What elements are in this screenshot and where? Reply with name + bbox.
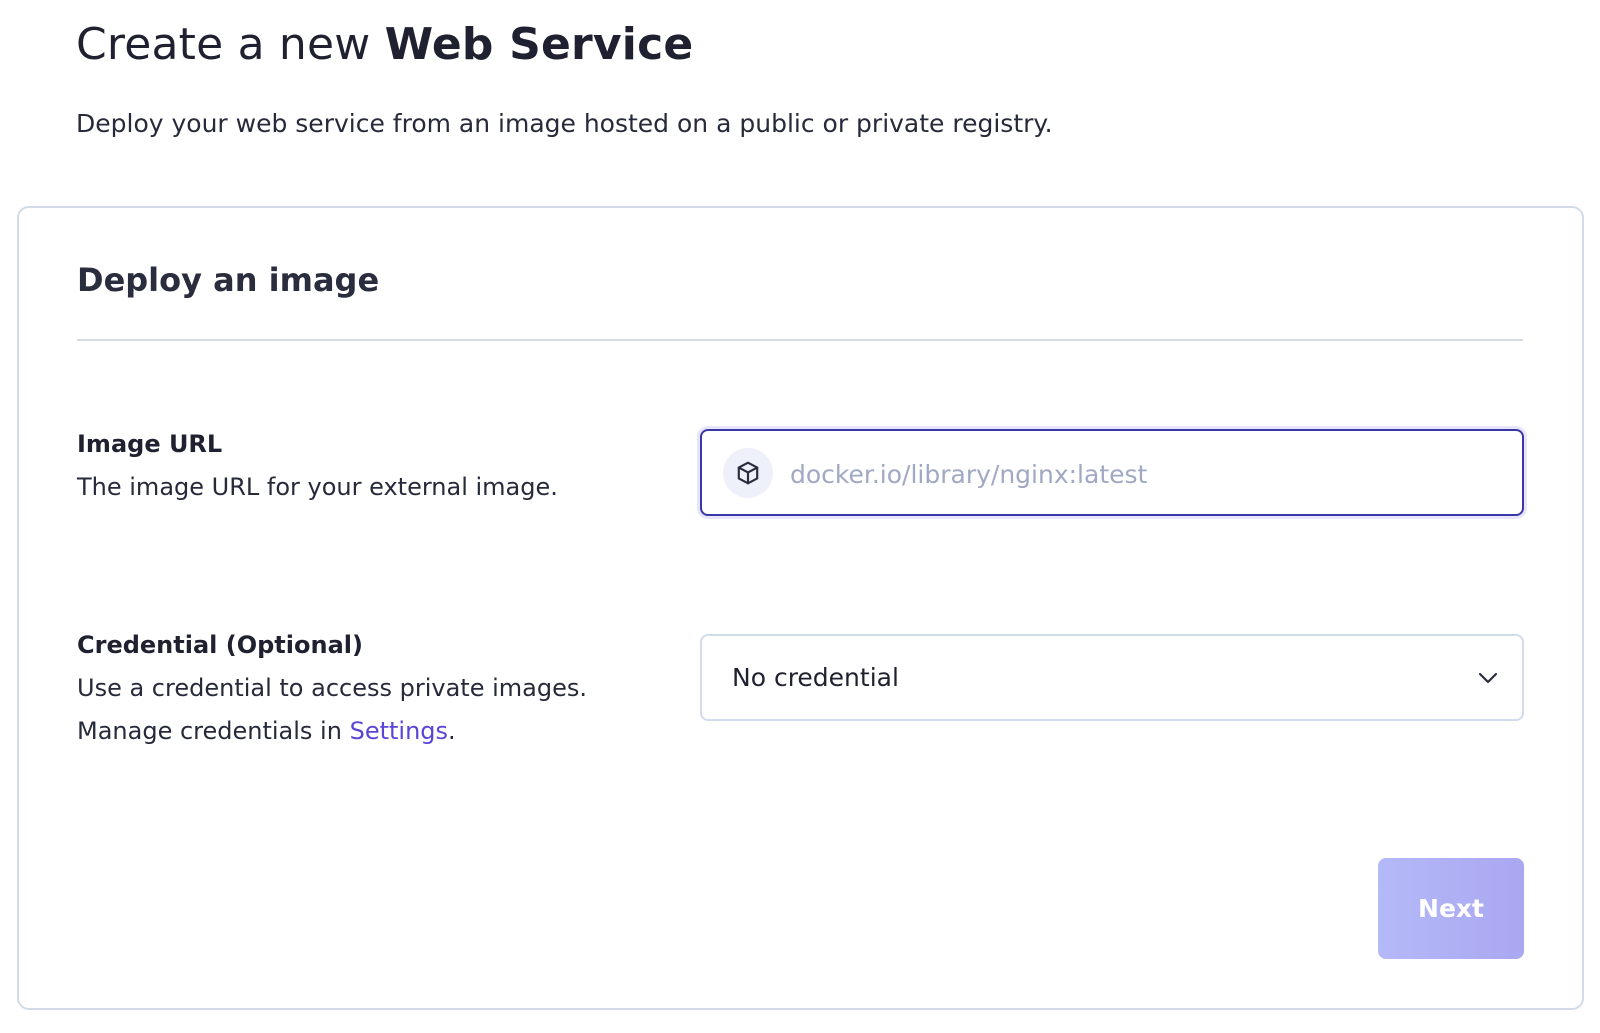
- image-url-help: The image URL for your external image.: [77, 473, 558, 501]
- credential-selected-value: No credential: [732, 663, 899, 692]
- credential-label: Credential (Optional): [77, 631, 363, 659]
- page-title-prefix: Create a new: [76, 19, 385, 70]
- credential-manage-text: Manage credentials in Settings.: [77, 709, 456, 753]
- page-title-strong: Web Service: [384, 19, 694, 70]
- page-title: Create a new Web Service: [76, 14, 693, 76]
- image-url-field[interactable]: [700, 429, 1524, 516]
- settings-link[interactable]: Settings: [350, 717, 448, 745]
- page-subtitle: Deploy your web service from an image ho…: [76, 109, 1053, 138]
- next-button[interactable]: Next: [1378, 858, 1524, 959]
- credential-select[interactable]: No credential: [700, 634, 1524, 721]
- chevron-down-icon: [1476, 666, 1500, 694]
- image-url-input[interactable]: [788, 447, 1492, 501]
- card-divider: [77, 339, 1523, 341]
- image-url-label: Image URL: [77, 430, 223, 458]
- card-title: Deploy an image: [77, 261, 380, 299]
- deploy-image-card: Deploy an image Image URL The image URL …: [17, 206, 1584, 1010]
- cube-icon: [723, 448, 773, 498]
- credential-manage-prefix: Manage credentials in: [77, 717, 350, 745]
- credential-manage-suffix: .: [448, 717, 456, 745]
- page-header: Create a new Web Service: [76, 14, 693, 76]
- credential-help: Use a credential to access private image…: [77, 674, 587, 702]
